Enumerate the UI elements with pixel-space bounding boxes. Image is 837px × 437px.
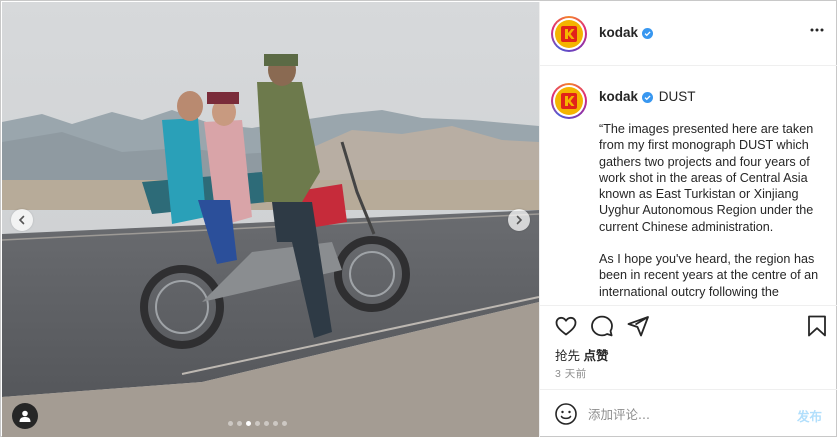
caption-title: DUST — [658, 89, 696, 104]
post-header: kodak — [540, 2, 837, 66]
carousel-dot — [237, 421, 242, 426]
action-bar — [540, 305, 837, 345]
previous-photo-button[interactable] — [11, 209, 33, 231]
chevron-right-icon — [516, 215, 523, 225]
tagged-users-button[interactable] — [12, 403, 38, 429]
comment-button[interactable] — [590, 314, 614, 343]
caption-paragraph: As I hope you've heard, the region has b… — [599, 252, 819, 299]
post-details-panel: kodak kodak DUST “The images presented h… — [539, 2, 837, 437]
caption-avatar[interactable] — [551, 83, 587, 119]
username-text[interactable]: kodak — [599, 25, 638, 40]
carousel-dot-active — [246, 421, 251, 426]
more-options-button[interactable] — [809, 22, 825, 43]
kodak-logo-icon — [561, 26, 577, 42]
like-first-link[interactable]: 点赞 — [584, 349, 609, 363]
carousel-indicator — [228, 421, 287, 426]
username-link[interactable]: kodak — [599, 25, 654, 40]
post-comment-button[interactable]: 发布 — [797, 406, 822, 425]
photo-image — [2, 2, 539, 437]
heart-icon — [555, 316, 577, 336]
bookmark-icon — [808, 315, 826, 337]
instagram-post-window: kodak kodak DUST “The images presented h… — [0, 0, 837, 437]
share-button[interactable] — [626, 314, 650, 343]
comment-bar: 发布 — [540, 389, 837, 437]
carousel-dot — [273, 421, 278, 426]
likes-line: 抢先 点赞 — [555, 345, 609, 364]
comment-icon — [591, 315, 613, 337]
caption-username[interactable]: kodak — [599, 89, 638, 104]
caption-section: kodak DUST “The images presented here ar… — [540, 67, 837, 304]
caption-paragraph: “The images presented here are taken fro… — [599, 122, 814, 234]
paper-plane-icon — [627, 316, 649, 337]
carousel-dot — [228, 421, 233, 426]
carousel-dot — [282, 421, 287, 426]
emoji-button[interactable] — [554, 402, 578, 431]
avatar[interactable] — [551, 16, 587, 52]
user-icon — [19, 410, 31, 422]
caption-header: kodak DUST — [599, 89, 696, 104]
verified-badge-icon — [642, 27, 654, 39]
kodak-logo-icon — [561, 93, 577, 109]
like-button[interactable] — [554, 314, 578, 343]
more-options-icon — [810, 28, 824, 32]
chevron-left-icon — [18, 215, 25, 225]
emoji-icon — [555, 403, 577, 425]
save-button[interactable] — [806, 314, 828, 343]
comment-input[interactable] — [588, 402, 788, 426]
next-photo-button[interactable] — [508, 209, 530, 231]
likes-prefix: 抢先 — [555, 349, 581, 363]
carousel-dot — [255, 421, 260, 426]
caption-body: “The images presented here are taken fro… — [599, 121, 827, 304]
verified-badge-icon — [642, 91, 654, 103]
post-timestamp[interactable]: 3 天前 — [555, 366, 587, 381]
carousel-dot — [264, 421, 269, 426]
post-photo[interactable] — [2, 2, 539, 437]
